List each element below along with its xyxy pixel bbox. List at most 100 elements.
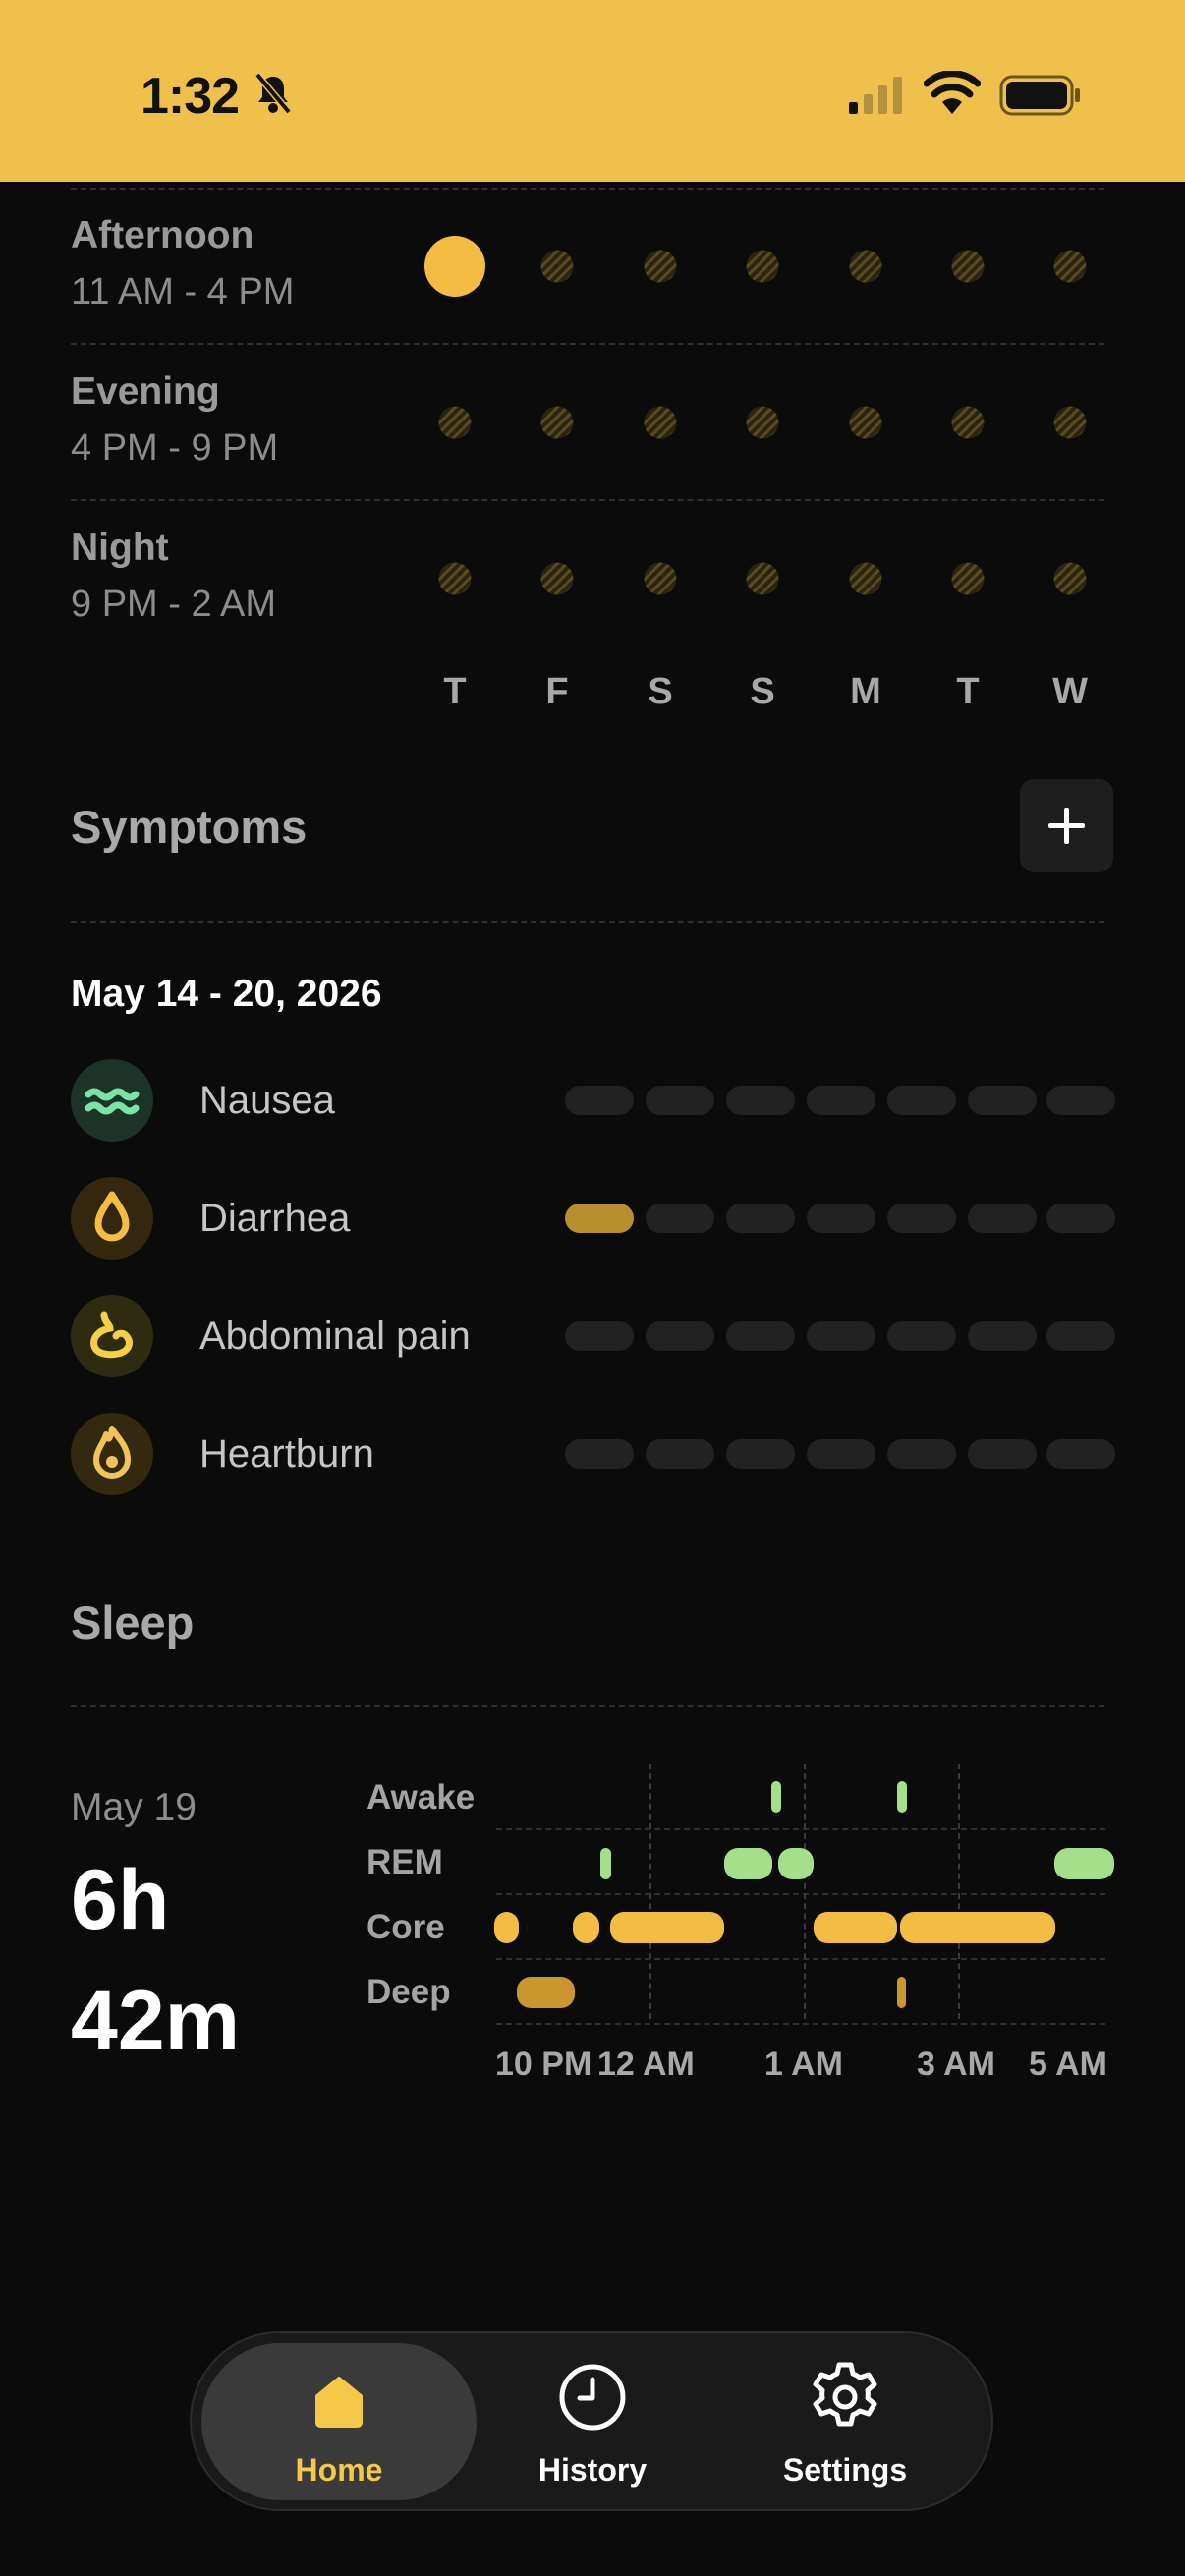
bell-muted-icon: [254, 72, 292, 115]
symptom-day-pill[interactable]: [726, 1439, 795, 1469]
divider: [71, 1705, 1104, 1707]
day-label: F: [545, 671, 569, 712]
symptom-day-pill[interactable]: [807, 1204, 875, 1233]
home-icon: [315, 2377, 363, 2428]
sleep-segment-rem: [1054, 1848, 1114, 1879]
symptom-day-pill[interactable]: [565, 1086, 634, 1115]
symptom-day-pill[interactable]: [646, 1439, 714, 1469]
symptom-day-pill[interactable]: [726, 1204, 795, 1233]
sleep-title: Sleep: [71, 1596, 195, 1649]
wifi-icon: [924, 71, 981, 114]
chart-x-label: 1 AM: [764, 2045, 843, 2083]
dose-dot[interactable]: [951, 562, 985, 595]
dose-dot[interactable]: [438, 406, 472, 439]
dose-dot[interactable]: [438, 562, 472, 595]
dose-dot[interactable]: [849, 406, 882, 439]
stage-label-deep: Deep: [367, 1973, 451, 2011]
stage-label-rem: REM: [367, 1843, 443, 1881]
day-label: T: [443, 671, 467, 712]
dose-dot[interactable]: [644, 250, 677, 283]
dose-dot[interactable]: [849, 562, 882, 595]
status-bar: 1:32: [0, 0, 1185, 182]
symptom-day-pill[interactable]: [1046, 1204, 1115, 1233]
symptom-name[interactable]: Heartburn: [199, 1432, 374, 1477]
symptom-day-pill[interactable]: [887, 1204, 956, 1233]
sleep-segment-awake: [897, 1781, 907, 1813]
slot-title-night: Night: [71, 527, 169, 569]
stomach-icon: [71, 1295, 153, 1377]
dose-dot[interactable]: [1053, 406, 1087, 439]
day-label: S: [750, 671, 775, 712]
sleep-segment-deep: [517, 1977, 575, 2008]
symptom-day-pill[interactable]: [1046, 1321, 1115, 1351]
chart-gridline: [496, 1958, 1105, 1960]
dose-dot[interactable]: [644, 562, 677, 595]
stage-label-core: Core: [367, 1908, 445, 1946]
sleep-segment-awake: [771, 1781, 781, 1813]
symptom-name[interactable]: Nausea: [199, 1079, 335, 1123]
symptom-day-pill[interactable]: [726, 1321, 795, 1351]
tab-home[interactable]: Home: [201, 2343, 477, 2500]
dose-dot[interactable]: [746, 250, 779, 283]
symptom-day-pill[interactable]: [968, 1204, 1037, 1233]
dose-dot[interactable]: [540, 250, 574, 283]
chart-time-gridline: [649, 1764, 651, 2019]
slot-range-night: 9 PM - 2 AM: [71, 584, 277, 625]
symptom-name[interactable]: Abdominal pain: [199, 1315, 471, 1359]
slot-title-evening: Evening: [71, 370, 220, 413]
sleep-segment-core: [573, 1912, 599, 1943]
slot-range-afternoon: 11 AM - 4 PM: [71, 271, 295, 312]
sleep-duration-minutes: 42m: [71, 1974, 241, 2068]
divider: [71, 343, 1104, 345]
symptom-day-pill[interactable]: [968, 1321, 1037, 1351]
dose-dot-taken[interactable]: [424, 236, 485, 297]
dose-dot[interactable]: [951, 250, 985, 283]
symptom-day-pill[interactable]: [807, 1321, 875, 1351]
symptom-day-pill[interactable]: [968, 1086, 1037, 1115]
add-symptom-button[interactable]: [1020, 779, 1113, 872]
tab-history[interactable]: History: [455, 2343, 730, 2500]
symptom-day-pill[interactable]: [807, 1086, 875, 1115]
symptom-day-pill[interactable]: [1046, 1086, 1115, 1115]
symptom-day-pill[interactable]: [887, 1086, 956, 1115]
symptom-day-pill[interactable]: [887, 1439, 956, 1469]
symptom-day-pill[interactable]: [565, 1204, 634, 1233]
waves-icon: [71, 1059, 153, 1142]
symptom-day-pill[interactable]: [646, 1086, 714, 1115]
dose-dot[interactable]: [644, 406, 677, 439]
flame-icon: [71, 1413, 153, 1495]
symptom-day-pill[interactable]: [565, 1321, 634, 1351]
symptom-day-pill[interactable]: [726, 1086, 795, 1115]
sleep-segment-core: [900, 1912, 1055, 1943]
dose-dot[interactable]: [746, 406, 779, 439]
tab-history-label: History: [537, 2452, 648, 2488]
battery-icon: [999, 75, 1080, 116]
symptom-day-pill[interactable]: [807, 1439, 875, 1469]
symptom-day-pill[interactable]: [646, 1321, 714, 1351]
dose-dot[interactable]: [951, 406, 985, 439]
day-label: M: [850, 671, 881, 712]
clock-icon: [559, 2364, 626, 2431]
sleep-segment-core: [814, 1912, 897, 1943]
tab-settings-label: Settings: [782, 2452, 908, 2488]
chart-time-gridline: [958, 1764, 960, 2019]
sleep-segment-rem: [600, 1848, 611, 1879]
dose-dot[interactable]: [540, 562, 574, 595]
chart-x-label: 3 AM: [917, 2045, 995, 2083]
tab-settings[interactable]: Settings: [707, 2343, 983, 2500]
symptom-day-pill[interactable]: [968, 1439, 1037, 1469]
symptom-day-pill[interactable]: [646, 1204, 714, 1233]
symptom-day-pill[interactable]: [1046, 1439, 1115, 1469]
dose-dot[interactable]: [849, 250, 882, 283]
drop-icon: [71, 1177, 153, 1260]
sleep-segment-deep: [897, 1977, 906, 2008]
dose-dot[interactable]: [1053, 250, 1087, 283]
dose-dot[interactable]: [746, 562, 779, 595]
gear-icon: [813, 2362, 877, 2427]
symptom-day-pill[interactable]: [887, 1321, 956, 1351]
symptom-name[interactable]: Diarrhea: [199, 1197, 350, 1241]
symptom-day-pill[interactable]: [565, 1439, 634, 1469]
divider: [71, 921, 1104, 923]
dose-dot[interactable]: [1053, 562, 1087, 595]
dose-dot[interactable]: [540, 406, 574, 439]
